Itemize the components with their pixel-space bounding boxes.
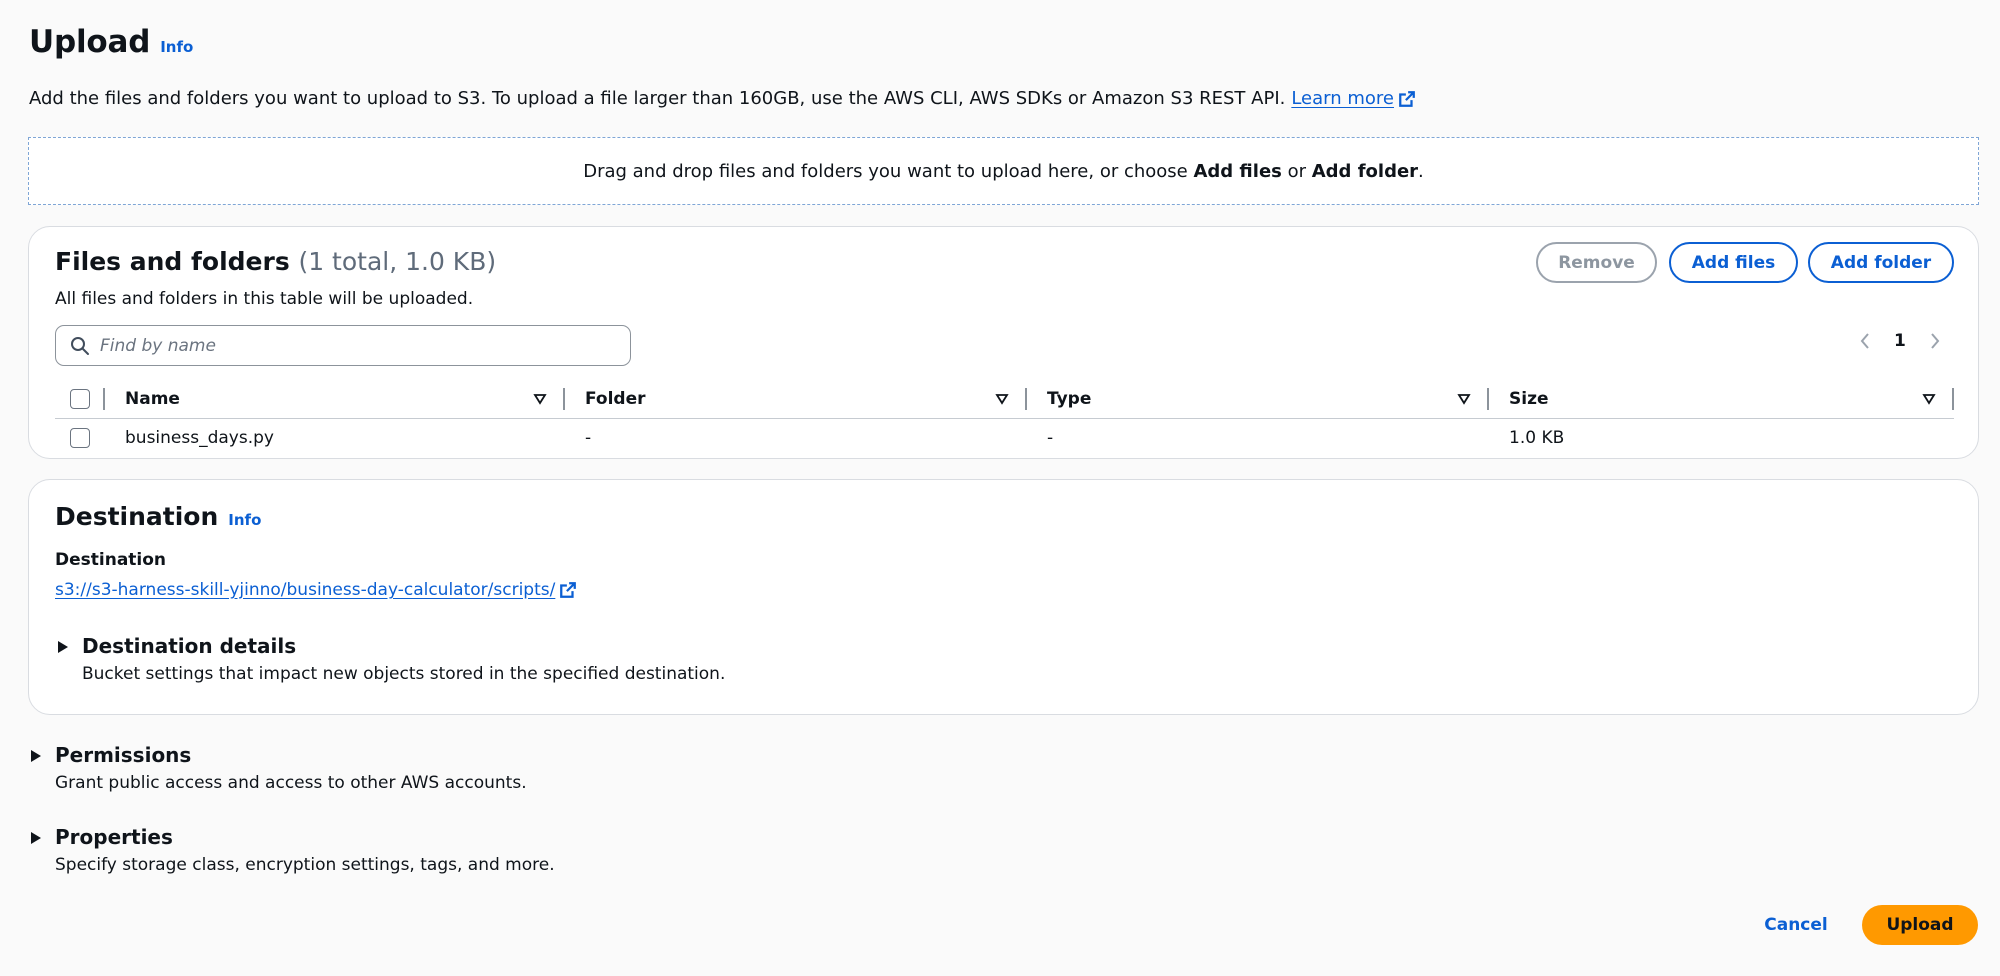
learn-more-link[interactable]: Learn more [1291,88,1394,109]
files-panel-title: Files and folders (1 total, 1.0 KB) [55,247,496,276]
remove-button[interactable]: Remove [1536,242,1657,283]
column-header-type[interactable]: Type [1027,379,1489,418]
cell-folder: - [585,428,592,448]
destination-title-text: Destination [55,502,219,531]
sort-down-icon[interactable] [1922,392,1936,406]
files-and-folders-panel: Files and folders (1 total, 1.0 KB) All … [28,226,1979,459]
search-box [55,325,631,366]
destination-panel: Destination Info Destination s3://s3-har… [28,479,1979,715]
column-name-label: Name [125,388,180,409]
drop-zone-text-end: . [1418,160,1424,182]
drop-zone-add-files: Add files [1193,160,1282,182]
destination-details-description: Bucket settings that impact new objects … [82,664,726,684]
destination-info-link[interactable]: Info [228,511,261,529]
pagination: 1 [1858,331,1942,351]
page-title: Upload [29,24,151,60]
cell-name: business_days.py [125,428,274,448]
permissions-title[interactable]: Permissions [55,743,527,767]
drop-zone[interactable]: Drag and drop files and folders you want… [28,137,1979,205]
destination-details-title[interactable]: Destination details [82,634,725,658]
upload-button[interactable]: Upload [1862,905,1978,945]
properties-description: Specify storage class, encryption settin… [55,855,555,875]
intro-description: Add the files and folders you want to up… [29,88,1286,109]
drop-zone-or: or [1281,160,1312,182]
caret-right-icon[interactable] [57,640,69,654]
permissions-description: Grant public access and access to other … [55,773,527,793]
files-description: All files and folders in this table will… [55,289,474,309]
page-header: Upload Info [29,24,193,60]
search-input[interactable] [100,335,600,356]
destination-details-expander[interactable]: Destination details Bucket settings that… [57,634,725,684]
info-link[interactable]: Info [160,38,193,56]
drop-zone-text: Drag and drop files and folders you want… [583,161,1424,182]
add-folder-button[interactable]: Add folder [1808,242,1954,283]
properties-title[interactable]: Properties [55,825,555,849]
table-header-row: Name Folder Type Size [55,379,1954,419]
column-header-folder[interactable]: Folder [565,379,1027,418]
drop-zone-add-folder: Add folder [1311,160,1419,182]
drop-zone-text-start: Drag and drop files and folders you want… [583,160,1194,182]
cell-size: 1.0 KB [1509,428,1565,448]
caret-right-icon[interactable] [30,831,42,845]
column-type-label: Type [1047,388,1092,409]
column-size-label: Size [1509,388,1549,409]
files-table: Name Folder Type Size business_days.py - [55,379,1954,457]
intro-text: Add the files and folders you want to up… [29,88,1416,109]
destination-link[interactable]: s3://s3-harness-skill-yjinno/business-da… [55,580,555,600]
permissions-expander[interactable]: Permissions Grant public access and acce… [30,743,527,793]
header-checkbox-cell [55,379,105,418]
cell-type: - [1047,428,1054,448]
search-icon [71,336,89,355]
page-number[interactable]: 1 [1894,331,1906,351]
external-link-icon[interactable] [559,581,577,599]
add-files-button[interactable]: Add files [1669,242,1798,283]
sort-down-icon[interactable] [1457,392,1471,406]
properties-expander[interactable]: Properties Specify storage class, encryp… [30,825,555,875]
column-header-size[interactable]: Size [1489,379,1954,418]
destination-title: Destination Info [55,502,261,531]
column-folder-label: Folder [585,388,646,409]
destination-link-row: s3://s3-harness-skill-yjinno/business-da… [55,580,577,600]
caret-right-icon[interactable] [30,749,42,763]
row-checkbox-cell [55,419,105,457]
chevron-left-icon[interactable] [1858,331,1872,351]
chevron-right-icon[interactable] [1928,331,1942,351]
destination-label: Destination [55,550,167,570]
files-title-text: Files and folders [55,247,290,276]
sort-down-icon[interactable] [995,392,1009,406]
row-checkbox[interactable] [70,428,90,448]
external-link-icon[interactable] [1398,90,1416,108]
cancel-button[interactable]: Cancel [1744,905,1848,945]
select-all-checkbox[interactable] [70,388,90,409]
files-count: (1 total, 1.0 KB) [298,247,497,276]
table-row[interactable]: business_days.py - - 1.0 KB [55,419,1954,457]
column-header-name[interactable]: Name [105,379,565,418]
sort-down-icon[interactable] [533,392,547,406]
